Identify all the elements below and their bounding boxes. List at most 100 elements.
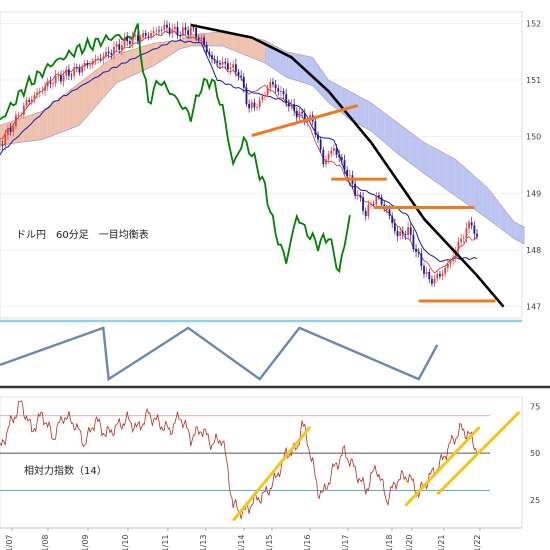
ichimoku-cloud-segment [47,105,51,138]
ichimoku-cloud-segment [333,82,337,109]
candle-body [446,263,449,268]
candle-body [338,154,341,158]
ichimoku-cloud-segment [357,95,361,126]
ichimoku-cloud-segment [484,185,488,219]
candle-body [388,209,391,216]
x-tick-label: 11/13 [199,534,208,550]
ichimoku-cloud-segment [172,40,175,54]
candle-body [399,231,402,236]
candle-body [476,233,478,237]
candle-body [147,35,150,37]
candle-body [285,94,288,104]
candle-body [78,68,81,73]
candle-body [253,102,256,108]
ichimoku-cloud-segment [386,114,390,147]
candle-body [415,248,417,252]
candle-body [81,66,84,73]
ichimoku-cloud-segment [447,155,451,193]
ichimoku-cloud-segment [376,106,379,138]
candle-body [211,55,213,60]
ichimoku-cloud-segment [455,159,459,199]
ichimoku-cloud-segment [471,173,475,210]
candle-body [221,61,224,65]
candle-body [229,67,232,70]
ichimoku-cloud-segment [516,223,520,242]
ichimoku-cloud-segment [514,221,517,241]
candle-body [68,69,70,76]
ichimoku-cloud-segment [182,37,186,49]
candle-body [227,63,229,70]
candle-body [232,64,235,68]
ichimoku-cloud-segment [26,115,30,142]
candle-body [407,227,409,235]
candle-body [17,115,20,116]
candle-body [163,24,166,30]
ichimoku-cloud-segment [190,34,194,46]
ichimoku-cloud-segment [53,101,56,136]
candle-body [41,90,44,92]
candle-body [113,47,115,55]
ichimoku-cloud-segment [408,130,411,164]
candle-body [417,251,420,254]
ichimoku-cloud-segment [29,114,32,142]
ichimoku-cloud-segment [108,58,112,92]
ichimoku-cloud-segment [400,124,403,158]
candle-body [7,128,9,136]
ichimoku-cloud-segment [100,64,104,101]
ichimoku-cloud-segment [461,164,464,202]
candle-body [301,112,303,114]
candle-body [213,59,216,61]
candle-body [470,222,473,226]
ichimoku-cloud-segment [114,54,117,86]
candle-body [295,110,298,118]
price-tick-label: 150 [526,133,541,142]
ichimoku-cloud-segment [50,103,53,137]
candle-body [4,135,7,146]
candle-body [115,44,118,48]
ichimoku-cloud-segment [246,36,250,57]
ichimoku-cloud-segment [71,86,75,129]
candle-body [38,91,41,93]
ichimoku-cloud-segment [153,42,157,66]
candle-body [420,253,423,267]
ichimoku-cloud-segment [135,48,138,75]
ichimoku-cloud-segment [214,32,218,46]
candle-body [110,53,113,55]
ichimoku-cloud-segment [487,187,491,221]
candle-body [433,278,436,284]
ichimoku-cloud-segment [238,35,242,54]
ichimoku-cloud-segment [58,97,61,134]
ichimoku-cloud-segment [336,84,340,112]
candle-body [142,33,144,38]
ichimoku-cloud-segment [116,53,120,83]
ichimoku-cloud-segment [143,45,146,71]
candle-body [86,63,89,66]
ichimoku-cloud-segment [389,116,393,150]
ichimoku-cloud-segment [368,101,371,131]
candle-body [409,227,412,235]
candle-body [54,75,57,84]
candle-body [62,75,65,82]
ichimoku-cloud-segment [45,107,48,139]
candle-body [457,241,460,251]
ichimoku-cloud-segment [466,168,470,206]
ichimoku-cloud-segment [233,34,236,52]
candle-body [123,37,126,46]
candle-body [356,195,359,196]
candle-body [240,75,243,77]
ichimoku-cloud-segment [79,80,83,126]
ichimoku-cloud-segment [392,118,395,152]
candle-body [372,203,375,205]
candle-body [65,69,68,76]
candle-body [22,105,25,115]
candle-body [83,63,86,67]
ichimoku-cloud-segment [477,178,480,214]
x-tick-label: 11/07 [5,534,14,550]
ichimoku-cloud-segment [254,38,258,60]
ichimoku-cloud-segment [424,142,427,176]
ichimoku-cloud-segment [209,32,212,46]
x-tick-label: 11/11 [161,534,170,550]
candle-body [298,112,301,118]
candle-body [139,37,142,42]
candle-body [287,103,290,106]
